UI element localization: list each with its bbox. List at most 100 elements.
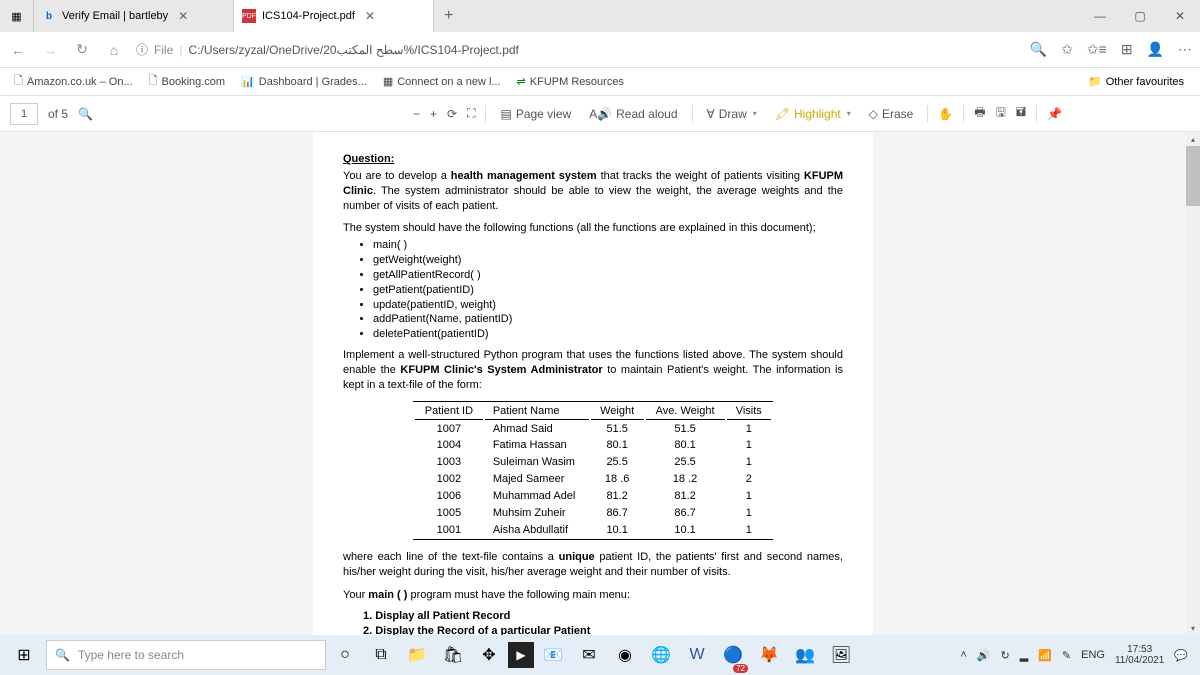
page-icon: 🗋 — [14, 72, 23, 91]
function-list: main( ) getWeight(weight) getAllPatientR… — [373, 238, 843, 342]
hand-icon[interactable]: ✋ — [938, 107, 953, 121]
forward-button[interactable]: → — [40, 42, 60, 58]
search-icon[interactable]: 🔍 — [78, 107, 93, 121]
sound-icon[interactable]: 🔊 — [977, 649, 991, 662]
pin-icon[interactable]: 📌 — [1047, 107, 1062, 121]
where-text: where each line of the text-file contain… — [343, 550, 843, 580]
rotate-icon[interactable]: ⟳ — [447, 107, 457, 121]
bookmark-kfupm[interactable]: ⇌KFUPM Resources — [511, 75, 630, 88]
profile-icon[interactable]: 👤 — [1147, 41, 1164, 58]
minimize-button[interactable]: — — [1080, 0, 1120, 32]
vertical-scrollbar[interactable]: ▴ ▾ — [1186, 132, 1200, 635]
url-scheme: File — [154, 43, 173, 57]
pdf-page: Question: You are to develop a health ma… — [313, 132, 873, 635]
teams-icon[interactable]: 👥 — [788, 635, 822, 675]
collections-icon[interactable]: ⊞ — [1121, 41, 1133, 58]
new-tab-button[interactable]: + — [434, 7, 463, 25]
sync-icon[interactable]: ↻ — [1001, 649, 1010, 662]
scroll-thumb[interactable] — [1186, 146, 1200, 206]
chart-icon: 📊 — [241, 75, 255, 88]
maximize-button[interactable]: ▢ — [1120, 0, 1160, 32]
start-button[interactable]: ⊞ — [4, 635, 44, 675]
draw-icon: ∀ — [707, 107, 715, 121]
dropbox-icon[interactable]: ✥ — [472, 635, 506, 675]
bookmarks-bar: 🗋Amazon.co.uk – On... 🗋Booking.com 📊Dash… — [0, 68, 1200, 96]
close-icon[interactable]: ✕ — [178, 9, 188, 23]
implement-text: Implement a well-structured Python progr… — [343, 348, 843, 393]
task-view-icon[interactable]: ⧉ — [364, 635, 398, 675]
window-controls: — ▢ ✕ — [1080, 0, 1200, 32]
photo-icon[interactable]: 🖼 — [824, 635, 858, 675]
notifications-icon[interactable]: 💬 — [1174, 649, 1188, 662]
zoom-in[interactable]: + — [430, 107, 437, 121]
favorites-bar-icon[interactable]: ✩≡ — [1087, 41, 1107, 58]
main-intro: Your main ( ) program must have the foll… — [343, 588, 843, 603]
firefox-icon[interactable]: 🦊 — [752, 635, 786, 675]
favorite-icon[interactable]: ✩ — [1061, 41, 1073, 58]
bookmark-booking[interactable]: 🗋Booking.com — [143, 72, 231, 91]
edge-icon[interactable]: 🌐 — [644, 635, 678, 675]
page-icon: 🗋 — [149, 72, 158, 91]
mail-icon[interactable]: ✉ — [572, 635, 606, 675]
taskbar: ⊞ 🔍 Type here to search ○ ⧉ 📁 🛍 ✥ ▶ 📧 ✉ … — [0, 635, 1200, 675]
battery-icon[interactable]: ▂ — [1020, 649, 1028, 662]
search-input[interactable]: 🔍 Type here to search — [46, 640, 326, 670]
scroll-down-icon[interactable]: ▾ — [1186, 621, 1200, 635]
draw-button[interactable]: ∀Draw▾ — [703, 107, 761, 121]
bookmark-amazon[interactable]: 🗋Amazon.co.uk – On... — [8, 72, 139, 91]
question-heading: Question: — [343, 152, 843, 167]
refresh-button[interactable]: ↻ — [72, 41, 92, 58]
search-icon: 🔍 — [55, 648, 70, 662]
url-path: C:/Users/zyzal/OneDrive/سطح المكتب20%/IC… — [188, 43, 518, 57]
chevron-up-icon[interactable]: ˄ — [960, 649, 966, 661]
pdf-favicon: PDF — [242, 9, 256, 23]
bookmark-connect[interactable]: ▦Connect on a new l... — [377, 75, 507, 88]
tab-pdf[interactable]: PDF ICS104-Project.pdf ✕ — [234, 0, 434, 32]
language-indicator[interactable]: ENG — [1081, 649, 1105, 661]
other-favourites[interactable]: 📁Other favourites — [1080, 75, 1192, 88]
highlight-icon: 🖍 — [775, 107, 790, 121]
titlebar: ▦ b Verify Email | bartleby ✕ PDF ICS104… — [0, 0, 1200, 32]
save-icon[interactable]: 🖫 — [996, 103, 1006, 124]
erase-icon: ◇ — [869, 107, 878, 121]
word-icon[interactable]: W — [680, 635, 714, 675]
outlook-icon[interactable]: 📧 — [536, 635, 570, 675]
explorer-icon[interactable]: 📁 — [400, 635, 434, 675]
chrome-icon[interactable]: ◉ — [608, 635, 642, 675]
tab-manager-icon[interactable]: ▦ — [0, 0, 34, 32]
page-view-button[interactable]: ▤Page view — [496, 107, 575, 121]
print-icon[interactable]: 🖶 — [974, 103, 985, 124]
back-button[interactable]: ← — [8, 42, 28, 58]
search-icon[interactable]: 🔍 — [1030, 41, 1047, 58]
app-icon[interactable]: ▶ — [508, 642, 534, 668]
zoom-out[interactable]: − — [413, 107, 420, 121]
menu-icon[interactable]: ⋯ — [1178, 41, 1192, 58]
highlight-button[interactable]: 🖍Highlight▾ — [771, 107, 855, 121]
input-icon[interactable]: ✎ — [1062, 649, 1071, 662]
bartleby-favicon: b — [42, 9, 56, 23]
tab-label: Verify Email | bartleby — [62, 10, 168, 22]
patient-table: Patient ID Patient Name Weight Ave. Weig… — [413, 401, 773, 541]
store-icon[interactable]: 🛍 — [436, 635, 470, 675]
close-button[interactable]: ✕ — [1160, 0, 1200, 32]
fit-icon[interactable]: ⛶ — [467, 106, 475, 121]
kfupm-icon: ⇌ — [517, 75, 526, 88]
system-tray: ˄ 🔊 ↻ ▂ 📶 ✎ ENG 17:53 11/04/2021 💬 — [960, 644, 1196, 666]
read-aloud-icon: A🔊 — [589, 107, 612, 121]
read-aloud-button[interactable]: A🔊Read aloud — [585, 107, 681, 121]
home-button[interactable]: ⌂ — [104, 42, 124, 58]
app-badge-icon[interactable]: 🔵72 — [716, 635, 750, 675]
page-number-input[interactable]: 1 — [10, 103, 38, 125]
cortana-icon[interactable]: ○ — [328, 635, 362, 675]
wifi-icon[interactable]: 📶 — [1038, 649, 1052, 662]
save-as-icon[interactable]: 🖬 — [1016, 103, 1026, 124]
erase-button[interactable]: ◇Erase — [865, 107, 918, 121]
clock[interactable]: 17:53 11/04/2021 — [1115, 644, 1164, 666]
info-icon: ⓘ — [136, 41, 148, 58]
scroll-up-icon[interactable]: ▴ — [1186, 132, 1200, 146]
address-bar: ← → ↻ ⌂ ⓘ File | C:/Users/zyzal/OneDrive… — [0, 32, 1200, 68]
close-icon[interactable]: ✕ — [365, 9, 375, 23]
url-field[interactable]: ⓘ File | C:/Users/zyzal/OneDrive/سطح الم… — [136, 41, 1018, 58]
tab-bartleby[interactable]: b Verify Email | bartleby ✕ — [34, 0, 234, 32]
bookmark-dashboard[interactable]: 📊Dashboard | Grades... — [235, 75, 373, 88]
